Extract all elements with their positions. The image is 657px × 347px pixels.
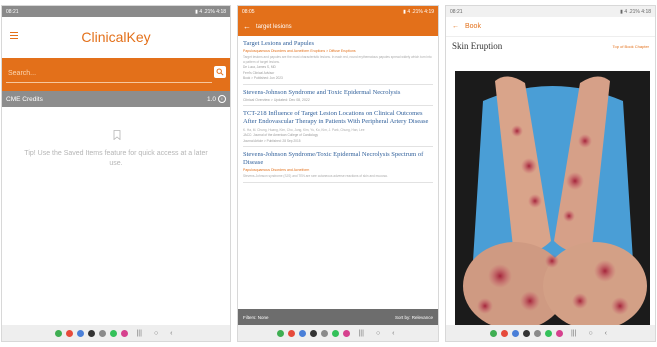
cme-credits-row[interactable]: CME Credits 1.0 i xyxy=(2,91,230,107)
recent-apps-button[interactable]: ||| xyxy=(136,330,141,337)
recent-apps-button[interactable]: ||| xyxy=(358,330,363,337)
android-nav-bar: ||| ○ ‹ xyxy=(2,325,230,341)
app-shortcut-icon[interactable] xyxy=(310,329,318,337)
result-item[interactable]: Target Lesions and Papules Papulosquamou… xyxy=(243,36,433,85)
status-indicators: ▮ 4 .21% 4:18 xyxy=(620,8,651,15)
result-date: Journal Article > Published: 28 Sep 2015 xyxy=(243,138,301,143)
result-title[interactable]: Stevens-Johnson Syndrome/Toxic Epidermal… xyxy=(243,151,433,167)
skin-eruption-photo[interactable] xyxy=(455,71,650,325)
search-input[interactable]: Search... xyxy=(6,66,212,83)
back-arrow-icon[interactable]: ← xyxy=(243,22,251,31)
cme-label: CME Credits xyxy=(6,95,43,103)
whatsapp-icon[interactable] xyxy=(332,329,340,337)
back-to-book-link[interactable]: Book xyxy=(465,23,481,30)
status-time: 08:21 xyxy=(6,8,19,15)
result-meta: Papulosquamous Disorders and Acneiform xyxy=(243,168,310,172)
result-date: Book > Published: Jun 2023 xyxy=(243,76,283,80)
app-shortcut-icon[interactable] xyxy=(343,329,351,337)
chapter-link[interactable]: Top of Book Chapter xyxy=(613,44,649,49)
app-shortcut-icon[interactable] xyxy=(555,329,563,337)
app-shortcut-icon[interactable] xyxy=(66,329,74,337)
saved-items-tip: Tip! Use the Saved Items feature for qui… xyxy=(24,150,208,167)
image-title: Skin Eruption xyxy=(452,41,503,51)
app-shortcut-icon[interactable] xyxy=(55,329,63,337)
app-shortcut-icon[interactable] xyxy=(277,329,285,337)
search-area: Search... xyxy=(2,58,230,91)
search-button[interactable] xyxy=(214,66,226,78)
status-time: 08:21 xyxy=(450,8,463,15)
app-shortcut-icon[interactable] xyxy=(288,329,296,337)
result-title[interactable]: TCT-218 Influence of Target Lesion Locat… xyxy=(243,110,433,126)
filter-button[interactable]: Filters: None xyxy=(243,315,269,320)
result-item[interactable]: Stevens-Johnson Syndrome and Toxic Epide… xyxy=(243,85,433,106)
app-shortcut-icon[interactable] xyxy=(77,329,85,337)
back-arrow-icon[interactable]: ← xyxy=(452,23,459,30)
image-top-bar: ← Book xyxy=(446,17,655,37)
app-shortcut-icon[interactable] xyxy=(299,329,307,337)
status-indicators: ▮ 4 .21% 4:19 xyxy=(403,8,434,15)
search-query-bar: ← target lesions xyxy=(238,17,438,36)
image-title-row: Skin Eruption Top of Book Chapter xyxy=(446,37,655,55)
status-bar: 08:21 ▮ 4 .21% 4:18 xyxy=(446,6,655,17)
result-snippet: K. Ha, M. Chung, Huang, Kim, Cho, Jung, … xyxy=(243,127,365,132)
home-button[interactable]: ○ xyxy=(154,330,158,337)
back-button[interactable]: ‹ xyxy=(170,330,172,337)
app-shortcut-icon[interactable] xyxy=(522,329,530,337)
results-footer: Filters: None Sort by: Relevance xyxy=(238,309,438,325)
results-screen: 08:05 ▮ 4 .21% 4:19 ← target lesions Tar… xyxy=(238,6,438,341)
app-shortcut-icon[interactable] xyxy=(500,329,508,337)
sort-button[interactable]: Sort by: Relevance xyxy=(395,315,433,320)
status-time: 08:05 xyxy=(242,8,255,15)
result-snippet: Target lesions and papules are the most … xyxy=(243,55,432,64)
result-author: De Luca, James S, MD xyxy=(243,65,276,69)
result-item[interactable]: Stevens-Johnson Syndrome/Toxic Epidermal… xyxy=(243,147,433,183)
app-shortcut-icon[interactable] xyxy=(511,329,519,337)
home-button[interactable]: ○ xyxy=(588,330,592,337)
app-shortcut-icon[interactable] xyxy=(99,329,107,337)
cme-value: 1.0 xyxy=(206,95,216,103)
app-shortcut-icon[interactable] xyxy=(321,329,329,337)
result-snippet: Stevens-Johnson syndrome (SJS) and TEN a… xyxy=(243,174,388,178)
status-indicators: ▮ 4 .21% 4:18 xyxy=(195,8,226,15)
search-query[interactable]: target lesions xyxy=(256,24,292,30)
status-bar: 08:21 ▮ 4 .21% 4:18 xyxy=(2,6,230,17)
home-screen: 08:21 ▮ 4 .21% 4:18 ClinicalKey Search..… xyxy=(2,6,230,341)
result-source: Ferri's Clinical Advisor xyxy=(243,70,275,75)
back-button[interactable]: ‹ xyxy=(605,330,607,337)
whatsapp-icon[interactable] xyxy=(544,329,552,337)
result-source: JACC: Journal of the American College of… xyxy=(243,133,318,137)
app-shortcut-icon[interactable] xyxy=(489,329,497,337)
results-list: Target Lesions and Papules Papulosquamou… xyxy=(238,36,438,183)
info-icon[interactable]: i xyxy=(218,95,226,103)
image-screen: 08:21 ▮ 4 .21% 4:18 ← Book Skin Eruption… xyxy=(446,6,655,341)
result-meta: Papulosquamous Disorders and Acneiform E… xyxy=(243,49,356,53)
clinical-photo-image xyxy=(455,71,650,325)
android-nav-bar: ||| ○ ‹ xyxy=(238,325,438,341)
app-shortcut-icon[interactable] xyxy=(533,329,541,337)
status-bar: 08:05 ▮ 4 .21% 4:19 xyxy=(238,6,438,17)
android-nav-bar: ||| ○ ‹ xyxy=(446,325,655,341)
app-shortcut-icon[interactable] xyxy=(121,329,129,337)
back-button[interactable]: ‹ xyxy=(392,330,394,337)
result-item[interactable]: TCT-218 Influence of Target Lesion Locat… xyxy=(243,106,433,147)
home-button[interactable]: ○ xyxy=(376,330,380,337)
results-header: 08:05 ▮ 4 .21% 4:19 ← target lesions xyxy=(238,6,438,36)
bookmark-icon xyxy=(113,130,121,140)
search-icon xyxy=(216,68,224,76)
result-title[interactable]: Target Lesions and Papules xyxy=(243,40,433,48)
result-title[interactable]: Stevens-Johnson Syndrome and Toxic Epide… xyxy=(243,89,433,97)
app-shortcut-icon[interactable] xyxy=(88,329,96,337)
app-header: ClinicalKey xyxy=(2,17,230,58)
result-meta: Clinical Overview > Updated: Dec 08, 202… xyxy=(243,97,310,102)
whatsapp-icon[interactable] xyxy=(110,329,118,337)
app-title: ClinicalKey xyxy=(81,29,151,45)
recent-apps-button[interactable]: ||| xyxy=(571,330,576,337)
